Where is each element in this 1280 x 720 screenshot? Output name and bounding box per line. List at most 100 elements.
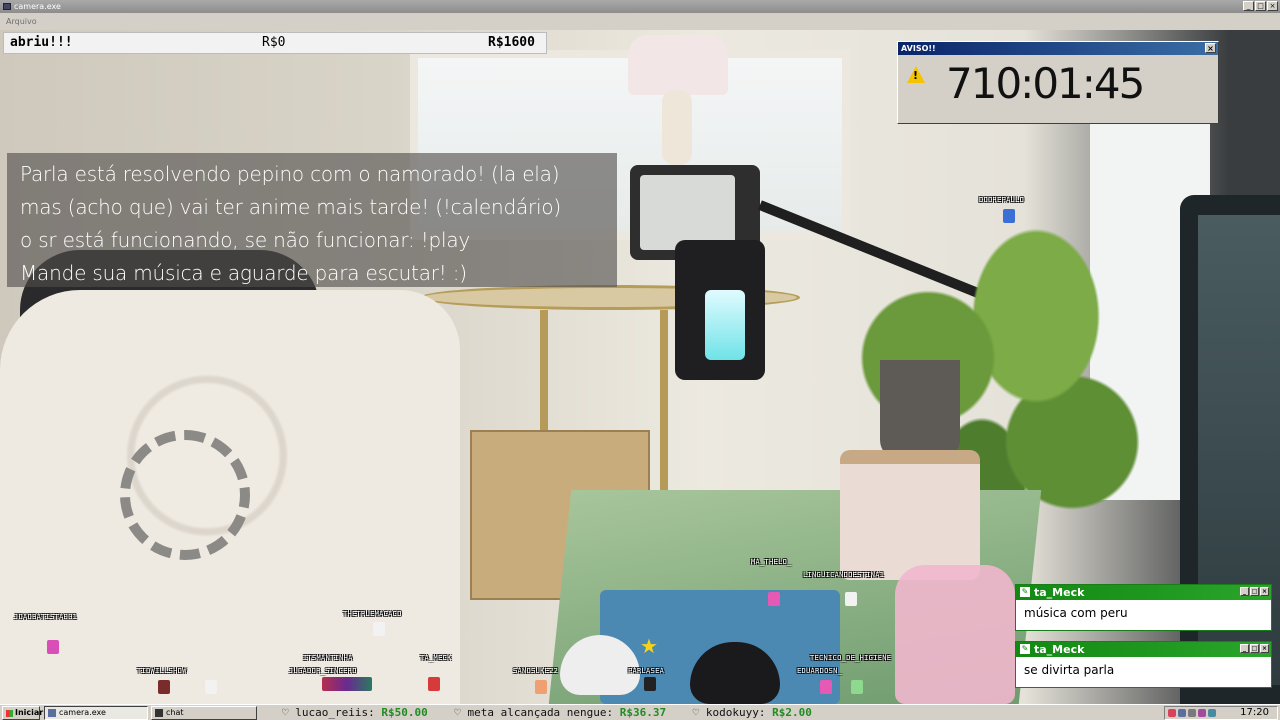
system-tray: 17:20 [1164, 706, 1278, 720]
window-titlebar[interactable]: camera.exe _ □ × [0, 0, 1280, 13]
user-tag: JUGADOR_SINCERO [289, 667, 357, 675]
minimize-button[interactable]: _ [1240, 644, 1249, 653]
close-button[interactable]: × [1260, 587, 1269, 596]
close-button[interactable]: × [1267, 1, 1278, 11]
pencil-icon: ✎ [1020, 644, 1030, 654]
user-tag: MA_THELO_ [751, 558, 792, 566]
user-sprite [158, 680, 170, 694]
start-button[interactable]: Iniciar [2, 706, 44, 720]
jar [840, 450, 980, 580]
tray-app-icon[interactable] [1198, 709, 1206, 717]
menu-arquivo[interactable]: Arquivo [6, 17, 37, 26]
app-icon [3, 3, 11, 10]
lamp-shade [628, 35, 728, 95]
user-sprite [205, 680, 217, 694]
user-sprite [644, 677, 656, 691]
volume-icon[interactable] [1188, 709, 1196, 717]
donation-goal-label: abriu!!! [10, 35, 73, 50]
chat-app-icon [155, 709, 163, 717]
heart-icon: ♡ [692, 706, 706, 719]
microphone-light [705, 290, 745, 360]
window-controls: _ □ × [1243, 1, 1278, 11]
user-tag: ITSMANTINHA [303, 654, 353, 662]
start-label: Iniciar [15, 708, 44, 717]
ticker-amount: R$2.00 [772, 706, 812, 719]
aviso-titlebar[interactable]: AVISO!! × [898, 42, 1218, 55]
task-label: chat [166, 708, 184, 717]
blanket-sun-pattern [120, 430, 250, 560]
user-tag: THETRUEMACACO [343, 610, 402, 618]
donation-goal-bar: abriu!!! R$0 R$1600 [3, 32, 547, 54]
user-sprite [373, 622, 385, 636]
announcement-panel: Parla está resolvendo pepino com o namor… [7, 153, 617, 287]
ticker-amount: R$50.00 [381, 706, 428, 719]
chat-username: ta_Meck [1034, 643, 1085, 656]
aviso-title: AVISO!! [901, 44, 936, 53]
user-tag: SANOSUKE22 [513, 667, 559, 675]
aviso-close-button[interactable]: × [1205, 43, 1216, 53]
chat-message-text: música com peru [1024, 606, 1128, 620]
donation-goal: R$1600 [488, 35, 535, 50]
plant-pot [880, 360, 960, 460]
minimize-button[interactable]: _ [1243, 1, 1254, 11]
user-sprite [535, 680, 547, 694]
chat-message-window: ✎ ta_Meck _ □ × se divirta parla [1015, 641, 1272, 688]
user-sprite [820, 680, 832, 694]
user-tag: PARLASEA [628, 667, 665, 675]
user-sprite [47, 640, 59, 654]
user-sprite [428, 677, 440, 691]
user-sprite [768, 592, 780, 606]
menubar: Arquivo [0, 13, 1280, 30]
heart-icon: ♡ [454, 706, 468, 719]
ticker-user: meta alcançada nengue: [467, 706, 614, 719]
chat-message-header[interactable]: ✎ ta_Meck _ □ × [1016, 585, 1271, 600]
pink-bottle [895, 565, 1015, 704]
start-icon [6, 710, 13, 717]
donation-ticker: ♡ lucao_reiis: R$50.00 ♡ meta alcançada … [282, 706, 1162, 720]
aviso-window: AVISO!! × ! 710:01:45 [897, 41, 1219, 124]
user-tag: TIOWILLSHOW [137, 667, 187, 675]
donation-current: R$0 [262, 35, 286, 50]
user-sprite [322, 677, 372, 691]
clock[interactable]: 17:20 [1240, 707, 1269, 719]
task-label: camera.exe [59, 708, 106, 717]
chat-message-text: se divirta parla [1024, 663, 1115, 677]
camera-app-icon [48, 709, 56, 717]
chat-username: ta_Meck [1034, 586, 1085, 599]
taskbar: Iniciar camera.exe chat ♡ lucao_reiis: R… [0, 704, 1280, 720]
chat-message-window: ✎ ta_Meck _ □ × música com peru [1015, 584, 1272, 631]
user-tag: DOOREPAULO [979, 196, 1025, 204]
announcement-line: Mande sua música e aguarde para escutar!… [20, 261, 467, 285]
ticker-user: lucao_reiis: [295, 706, 375, 719]
countdown-timer: 710:01:45 [946, 59, 1145, 108]
announcement-line: Parla está resolvendo pepino com o namor… [20, 162, 560, 186]
ticker-amount: R$36.37 [619, 706, 667, 719]
maximize-button[interactable]: □ [1250, 644, 1259, 653]
network-icon[interactable] [1178, 709, 1186, 717]
ticker-user: kodokuyy: [705, 706, 766, 719]
star-icon: ★ [640, 634, 658, 658]
warning-icon-mark: ! [913, 69, 919, 82]
window-title: camera.exe [14, 2, 61, 11]
lamp-base [662, 90, 692, 165]
tray-app-icon[interactable] [1168, 709, 1176, 717]
user-tag: TECNICO_DE_HIGIENE [810, 654, 892, 662]
retro-tv-screen [640, 175, 735, 250]
user-sprite [845, 592, 857, 606]
chat-message-header[interactable]: ✎ ta_Meck _ □ × [1016, 642, 1271, 657]
user-sprite [851, 680, 863, 694]
tray-app-icon[interactable] [1208, 709, 1216, 717]
user-tag: TA_MECK [420, 654, 452, 662]
maximize-button[interactable]: □ [1255, 1, 1266, 11]
pencil-icon: ✎ [1020, 587, 1030, 597]
user-tag: JOAOBATISTA001 [14, 613, 78, 621]
close-button[interactable]: × [1260, 644, 1269, 653]
minimize-button[interactable]: _ [1240, 587, 1249, 596]
maximize-button[interactable]: □ [1250, 587, 1259, 596]
announcement-line: o sr está funcionando, se não funcionar:… [20, 228, 471, 252]
chat-window-controls: _ □ × [1240, 644, 1269, 653]
task-button-camera[interactable]: camera.exe [44, 706, 148, 720]
chat-window-controls: _ □ × [1240, 587, 1269, 596]
user-tag: LINGUICANDOESTINA1 [803, 571, 885, 579]
task-button-chat[interactable]: chat [151, 706, 257, 720]
